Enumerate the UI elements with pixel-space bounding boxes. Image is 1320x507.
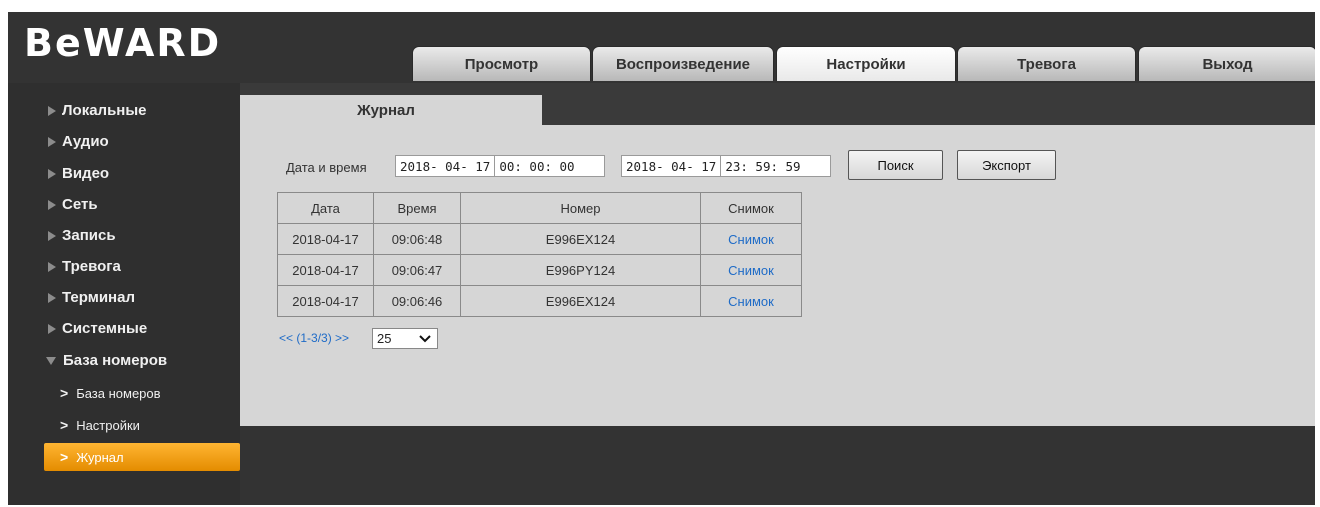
panel-tab-log[interactable]: Журнал [240, 95, 542, 125]
tab-alarm[interactable]: Тревога [957, 46, 1136, 81]
chevron-right-icon: > [60, 449, 69, 465]
snapshot-link[interactable]: Снимок [728, 294, 774, 309]
sidebar-item-label: Тревога [62, 258, 121, 275]
table-row: 2018-04-17 09:06:47 E996PY124 Снимок [277, 254, 802, 286]
table-header-row: Дата Время Номер Снимок [277, 192, 802, 224]
sidebar-item-label: Аудио [62, 133, 109, 150]
sidebar-item-label: Видео [62, 165, 110, 182]
footer-strip [240, 426, 1315, 505]
triangle-right-icon [48, 168, 56, 179]
cell-time: 09:06:46 [373, 285, 461, 317]
panel-title: Журнал [357, 101, 415, 119]
cell-date: 2018-04-17 [277, 254, 374, 286]
app-window: BeWARD Просмотр Воспроизведение Настройк… [8, 12, 1315, 505]
top-bar: BeWARD Просмотр Воспроизведение Настройк… [8, 12, 1315, 83]
triangle-right-icon [48, 105, 56, 116]
sidebar-item-system[interactable]: Системные [8, 313, 240, 344]
sidebar-item-terminal[interactable]: Терминал [8, 282, 240, 313]
sidebar-item-label: Сеть [62, 196, 98, 213]
sidebar-item-record[interactable]: Запись [8, 220, 240, 251]
sidebar-subitem-settings[interactable]: > Настройки [44, 410, 240, 440]
sidebar-subitem-log[interactable]: > Журнал [44, 443, 240, 471]
column-header-number: Номер [460, 192, 701, 224]
column-header-snapshot: Снимок [700, 192, 802, 224]
cell-time: 09:06:47 [373, 254, 461, 286]
triangle-right-icon [48, 199, 56, 210]
time-to-input[interactable]: 23: 59: 59 [720, 156, 801, 176]
page-size-select[interactable]: 25 [372, 328, 438, 349]
sidebar-item-label: Локальные [62, 102, 147, 119]
sidebar-subitem-label: Настройки [76, 417, 140, 433]
triangle-right-icon [48, 323, 56, 334]
pager-prev-link[interactable]: << [279, 331, 293, 345]
cell-snapshot: Снимок [700, 285, 802, 317]
tab-playback[interactable]: Воспроизведение [592, 46, 774, 81]
cell-number: E996PY124 [460, 254, 701, 286]
content-area: Журнал Дата и время 2018- 04- 17 00: 00:… [240, 83, 1315, 505]
sidebar-item-network[interactable]: Сеть [8, 189, 240, 220]
sidebar-subitem-label: Журнал [76, 449, 124, 465]
sidebar-item-label: Системные [62, 320, 148, 337]
triangle-right-icon [48, 230, 56, 241]
page-size-value: 25 [377, 331, 392, 346]
pagination: << (1-3/3) >> [279, 331, 349, 345]
sidebar-item-label: База номеров [63, 352, 168, 369]
datetime-from-field[interactable]: 2018- 04- 17 00: 00: 00 [395, 155, 605, 177]
chevron-right-icon: > [60, 417, 69, 433]
triangle-down-icon [46, 356, 56, 365]
sidebar-item-plate-database[interactable]: База номеров [8, 345, 240, 376]
cell-date: 2018-04-17 [277, 285, 374, 317]
sidebar-item-video[interactable]: Видео [8, 158, 240, 189]
pager-next-link[interactable]: >> [335, 331, 349, 345]
beward-logo: BeWARD [24, 21, 222, 65]
table-row: 2018-04-17 09:06:48 E996EX124 Снимок [277, 223, 802, 255]
cell-date: 2018-04-17 [277, 223, 374, 255]
sidebar-subitem-plate-database[interactable]: > База номеров [44, 378, 240, 408]
date-to-input[interactable]: 2018- 04- 17 [622, 159, 720, 174]
sidebar-item-label: Терминал [62, 289, 135, 306]
datetime-to-field[interactable]: 2018- 04- 17 23: 59: 59 [621, 155, 831, 177]
pager-range: (1-3/3) [296, 331, 332, 345]
tab-settings[interactable]: Настройки [776, 46, 956, 81]
time-from-input[interactable]: 00: 00: 00 [494, 156, 575, 176]
triangle-right-icon [48, 136, 56, 147]
sidebar-subitem-label: База номеров [76, 385, 161, 401]
cell-snapshot: Снимок [700, 254, 802, 286]
cell-number: E996EX124 [460, 223, 701, 255]
log-table: Дата Время Номер Снимок 2018-04-17 09:06… [277, 192, 802, 317]
column-header-time: Время [373, 192, 461, 224]
search-button[interactable]: Поиск [848, 150, 943, 180]
log-panel: Дата и время 2018- 04- 17 00: 00: 00 201… [240, 125, 1315, 426]
column-header-date: Дата [277, 192, 374, 224]
datetime-label: Дата и время [286, 160, 367, 175]
triangle-right-icon [48, 261, 56, 272]
sidebar-item-audio[interactable]: Аудио [8, 126, 240, 157]
sidebar: Локальные Аудио Видео Сеть Запись Тревог… [8, 83, 240, 505]
tab-view[interactable]: Просмотр [412, 46, 591, 81]
sidebar-item-label: Запись [62, 227, 116, 244]
triangle-right-icon [48, 292, 56, 303]
table-row: 2018-04-17 09:06:46 E996EX124 Снимок [277, 285, 802, 317]
cell-number: E996EX124 [460, 285, 701, 317]
cell-time: 09:06:48 [373, 223, 461, 255]
export-button[interactable]: Экспорт [957, 150, 1056, 180]
chevron-right-icon: > [60, 385, 69, 401]
sidebar-item-local[interactable]: Локальные [8, 95, 240, 126]
sidebar-item-alarm[interactable]: Тревога [8, 251, 240, 282]
cell-snapshot: Снимок [700, 223, 802, 255]
tab-exit[interactable]: Выход [1138, 46, 1315, 81]
date-from-input[interactable]: 2018- 04- 17 [396, 159, 494, 174]
snapshot-link[interactable]: Снимок [728, 263, 774, 278]
snapshot-link[interactable]: Снимок [728, 232, 774, 247]
chevron-down-icon [419, 335, 431, 343]
